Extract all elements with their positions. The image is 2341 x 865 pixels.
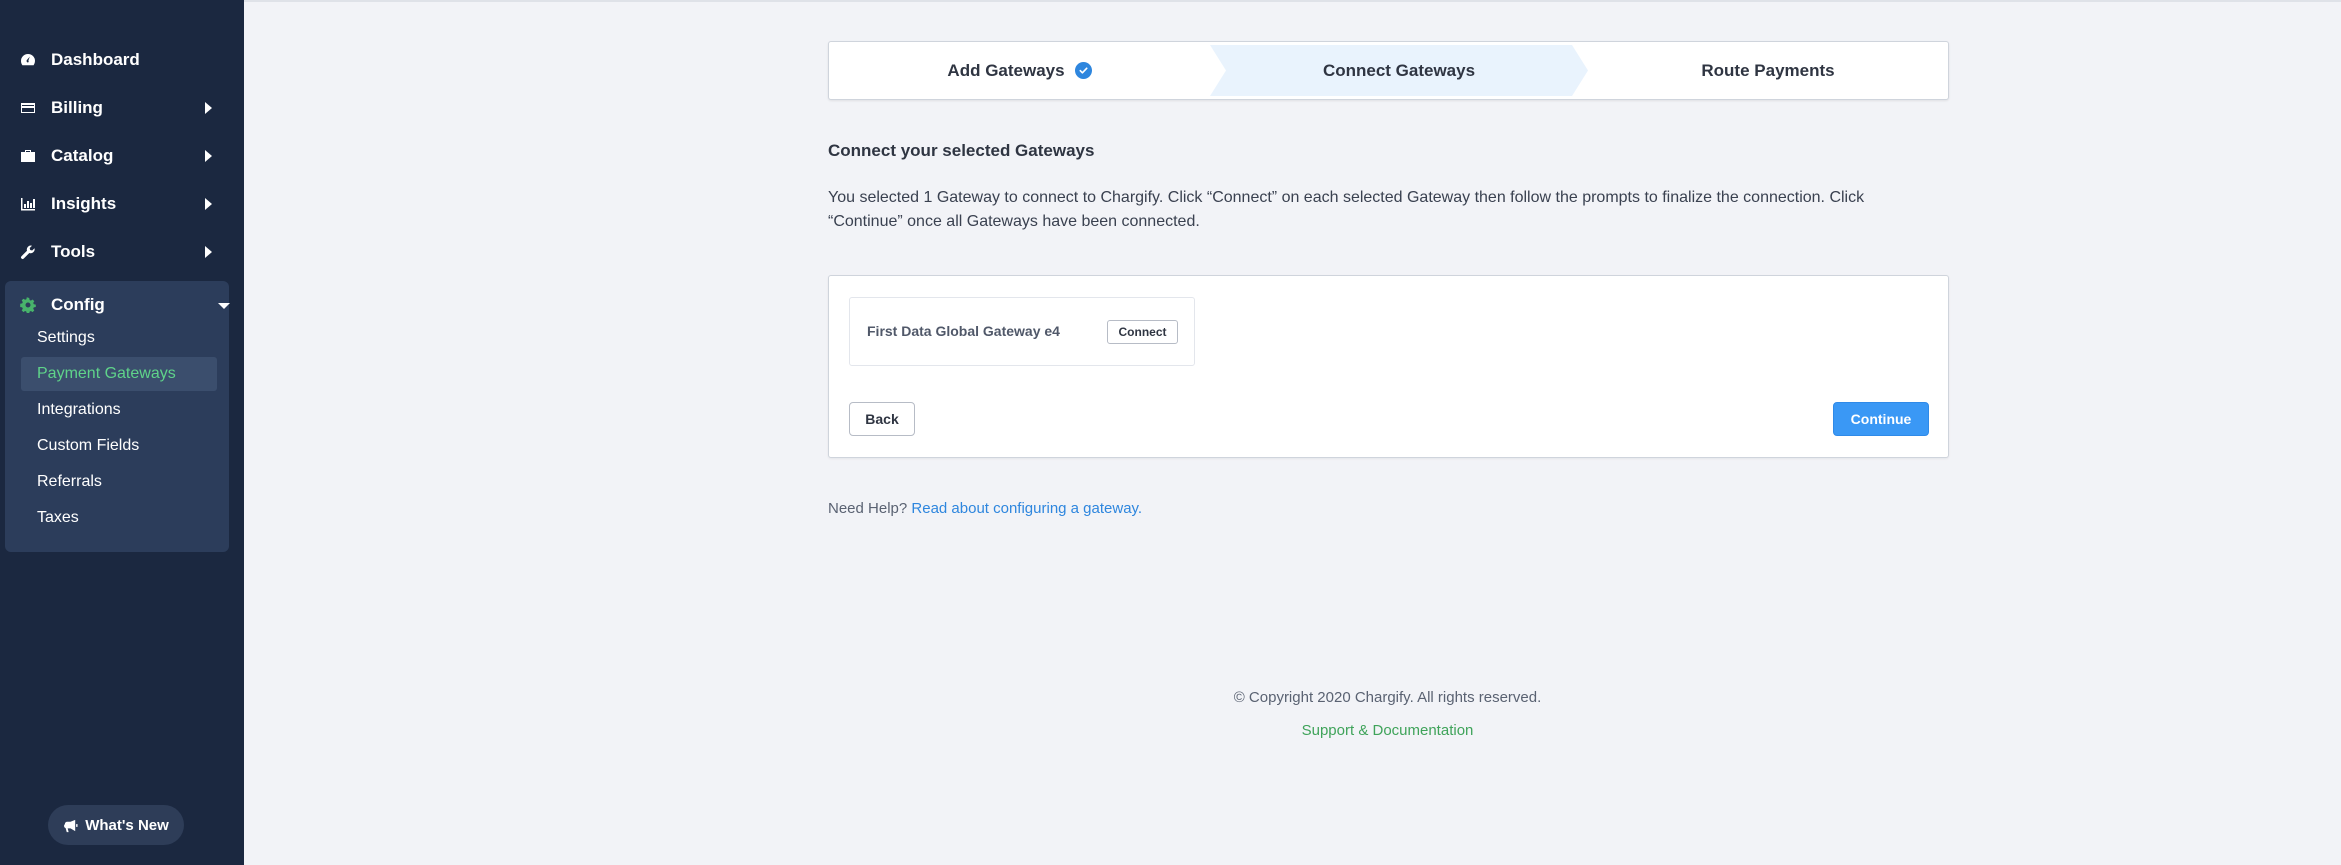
copyright-text: © Copyright 2020 Chargify. All rights re… [1233,689,1542,706]
support-documentation-link[interactable]: Support & Documentation [1230,722,1545,739]
sidebar-item-label: Insights [51,194,117,213]
help-link[interactable]: Read about configuring a gateway. [911,500,1142,517]
sidebar-item-catalog[interactable]: Catalog [0,132,244,180]
continue-button[interactable]: Continue [1833,402,1929,436]
sidebar-item-label: Tools [51,242,96,261]
insights-icon [20,196,36,212]
config-submenu: Config Settings Payment Gateways Integra… [5,281,230,552]
sidebar-item-label: Billing [51,98,103,117]
sidebar-item-insights[interactable]: Insights [0,180,244,228]
chevron-right-icon [205,102,212,114]
dashboard-icon [20,52,36,68]
check-circle-icon [1074,62,1092,79]
section-description: You selected 1 Gateway to connect to Cha… [828,189,1865,230]
sidebar-subitem-payment-gateways[interactable]: Payment Gateways [21,357,217,391]
gateways-card: First Data Global Gateway e4 Connect Bac… [828,275,1949,458]
section-title: Connect your selected Gateways [828,141,1095,160]
sidebar-subitem-taxes[interactable]: Taxes [21,501,217,535]
gear-icon [20,297,36,313]
step-label: Route Payments [1701,60,1835,80]
connect-button[interactable]: Connect [1107,320,1178,344]
sidebar-subitem-integrations[interactable]: Integrations [21,393,217,427]
sidebar-item-dashboard[interactable]: Dashboard [0,36,244,84]
billing-icon [20,100,36,116]
sidebar-subitem-referrals[interactable]: Referrals [21,465,217,499]
step-label: Add Gateways [947,60,1065,80]
sidebar-item-label: Config [51,295,105,314]
sidebar-item-billing[interactable]: Billing [0,84,244,132]
chevron-down-icon [218,303,230,309]
sidebar-item-tools[interactable]: Tools [0,228,244,276]
sidebar-subitem-settings[interactable]: Settings [21,321,217,355]
chevron-right-icon [205,150,212,162]
step-add-gateways: Add Gateways [829,42,1210,99]
whats-new-label: What's New [85,816,169,834]
sidebar-item-label: Catalog [51,146,114,165]
gateway-item: First Data Global Gateway e4 Connect [849,297,1195,366]
chevron-right-icon [205,246,212,258]
help-text: Need Help? Read about configuring a gate… [828,500,1142,517]
step-connect-gateways: Connect Gateways [1210,42,1588,99]
wrench-icon [20,244,36,260]
top-divider [244,0,2341,2]
back-button[interactable]: Back [849,402,915,436]
progress-stepper: Add Gateways Connect Gateways Route Paym… [828,41,1949,100]
step-route-payments: Route Payments [1588,42,1948,99]
whats-new-button[interactable]: What's New [48,805,184,845]
catalog-icon [20,148,36,164]
sidebar-subitem-custom-fields[interactable]: Custom Fields [21,429,217,463]
sidebar-item-label: Dashboard [51,50,140,69]
megaphone-icon [64,819,78,832]
gateway-name: First Data Global Gateway e4 [867,323,1060,339]
sidebar: Dashboard Billing Catalog Insights Tools [0,0,244,865]
step-label: Connect Gateways [1322,60,1476,80]
help-prefix: Need Help? [828,500,908,517]
chevron-right-icon [205,198,212,210]
